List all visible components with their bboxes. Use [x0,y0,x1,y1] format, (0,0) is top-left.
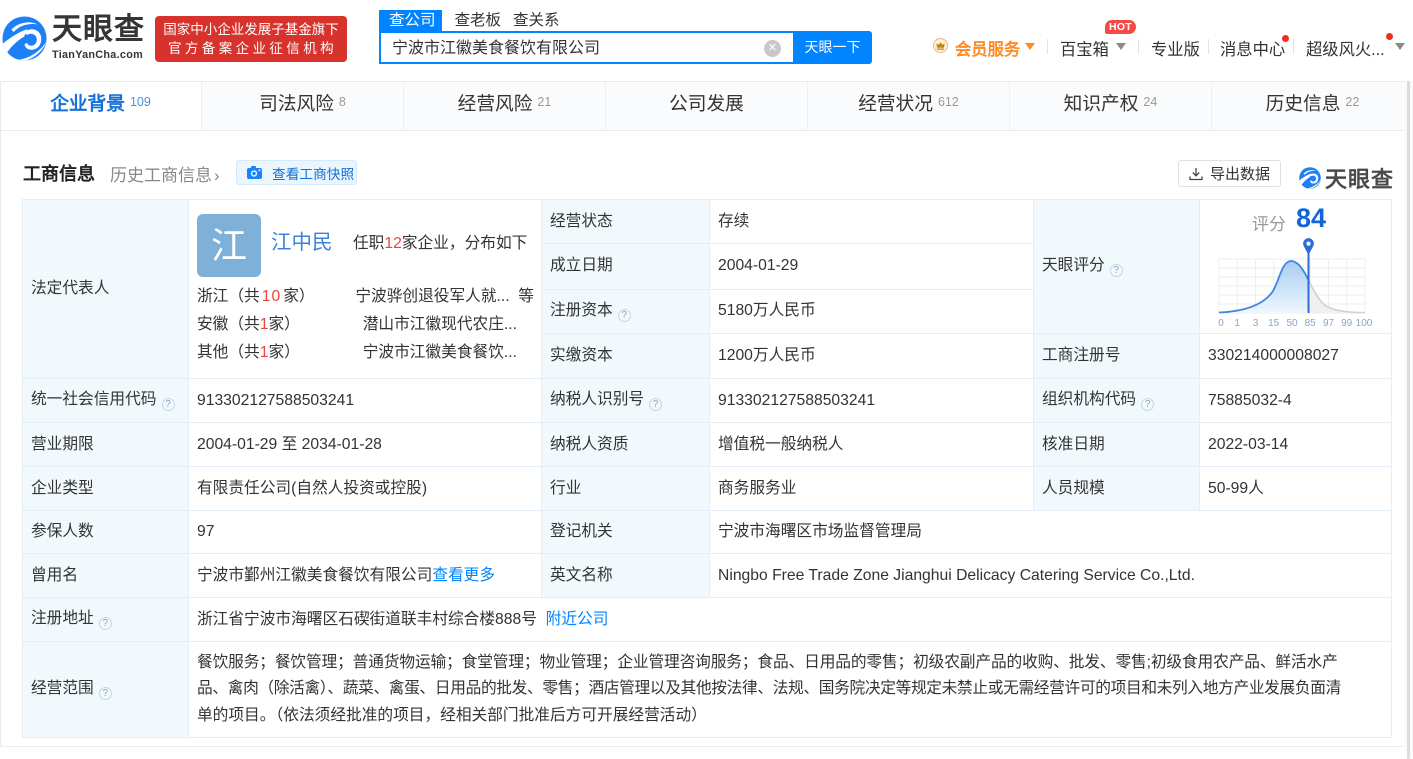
svg-text:0: 0 [1218,318,1224,329]
svg-text:3: 3 [1253,318,1259,329]
svg-text:15: 15 [1268,318,1280,329]
svg-text:100: 100 [1356,318,1373,329]
svg-text:99: 99 [1341,318,1353,329]
svg-text:85: 85 [1305,318,1317,329]
svg-text:97: 97 [1323,318,1335,329]
svg-text:1: 1 [1234,318,1240,329]
svg-text:50: 50 [1286,318,1298,329]
